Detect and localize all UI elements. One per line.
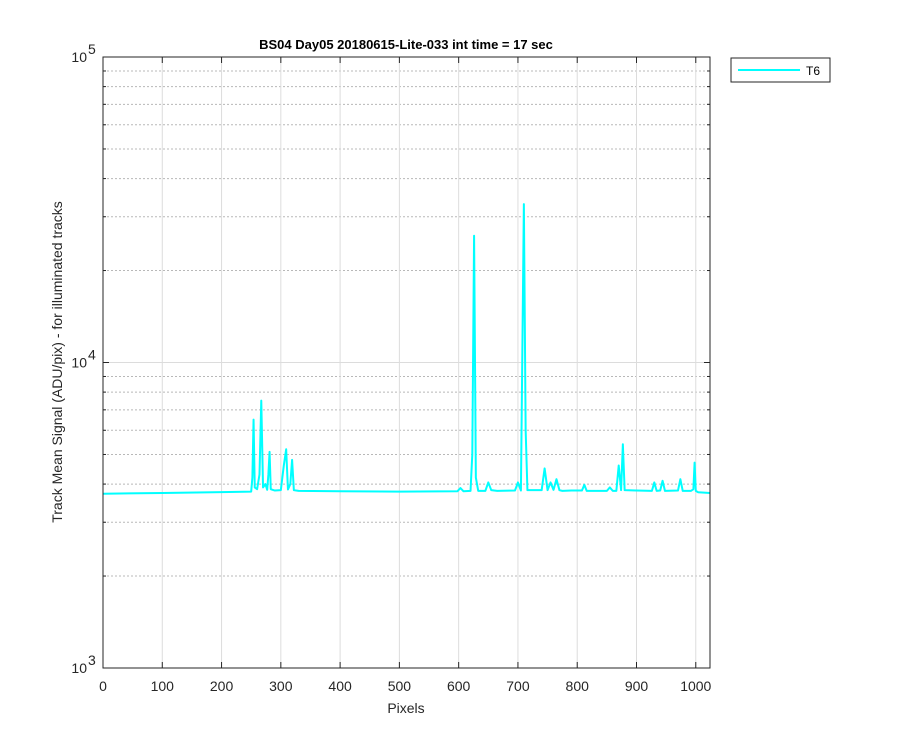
- x-tick-label: 400: [328, 678, 352, 694]
- y-tick-exponent: 4: [88, 347, 96, 363]
- y-tick-label: 10: [71, 49, 87, 65]
- chart-title: BS04 Day05 20180615-Lite-033 int time = …: [259, 37, 553, 52]
- y-axis-label: Track Mean Signal (ADU/pix) - for illumi…: [49, 201, 65, 523]
- y-tick-exponent: 5: [88, 41, 96, 57]
- x-tick-label: 100: [151, 678, 175, 694]
- x-tick-label: 800: [566, 678, 590, 694]
- x-tick-label: 0: [99, 678, 107, 694]
- legend: T6: [730, 57, 831, 83]
- x-tick-label: 200: [210, 678, 234, 694]
- x-axis-label: Pixels: [387, 700, 424, 716]
- x-tick-label: 700: [506, 678, 530, 694]
- x-tick-label: 1000: [680, 678, 711, 694]
- x-tick-label: 300: [269, 678, 293, 694]
- chart: 0 100 200 300 400 500 600 700 800 900 1000 10 310 41…: [49, 37, 831, 716]
- y-tick-label: 10: [71, 660, 87, 676]
- x-tick-labels: 0 100 200 300 400 500 600 700 800 900 1000: [99, 678, 711, 694]
- x-tick-label: 600: [447, 678, 471, 694]
- legend-label: T6: [806, 64, 820, 78]
- x-tick-label: 500: [388, 678, 412, 694]
- x-tick-label: 900: [625, 678, 649, 694]
- y-tick-exponent: 3: [88, 652, 96, 668]
- y-tick-labels: 10 310 410 5: [71, 41, 96, 676]
- y-tick-label: 10: [71, 355, 87, 371]
